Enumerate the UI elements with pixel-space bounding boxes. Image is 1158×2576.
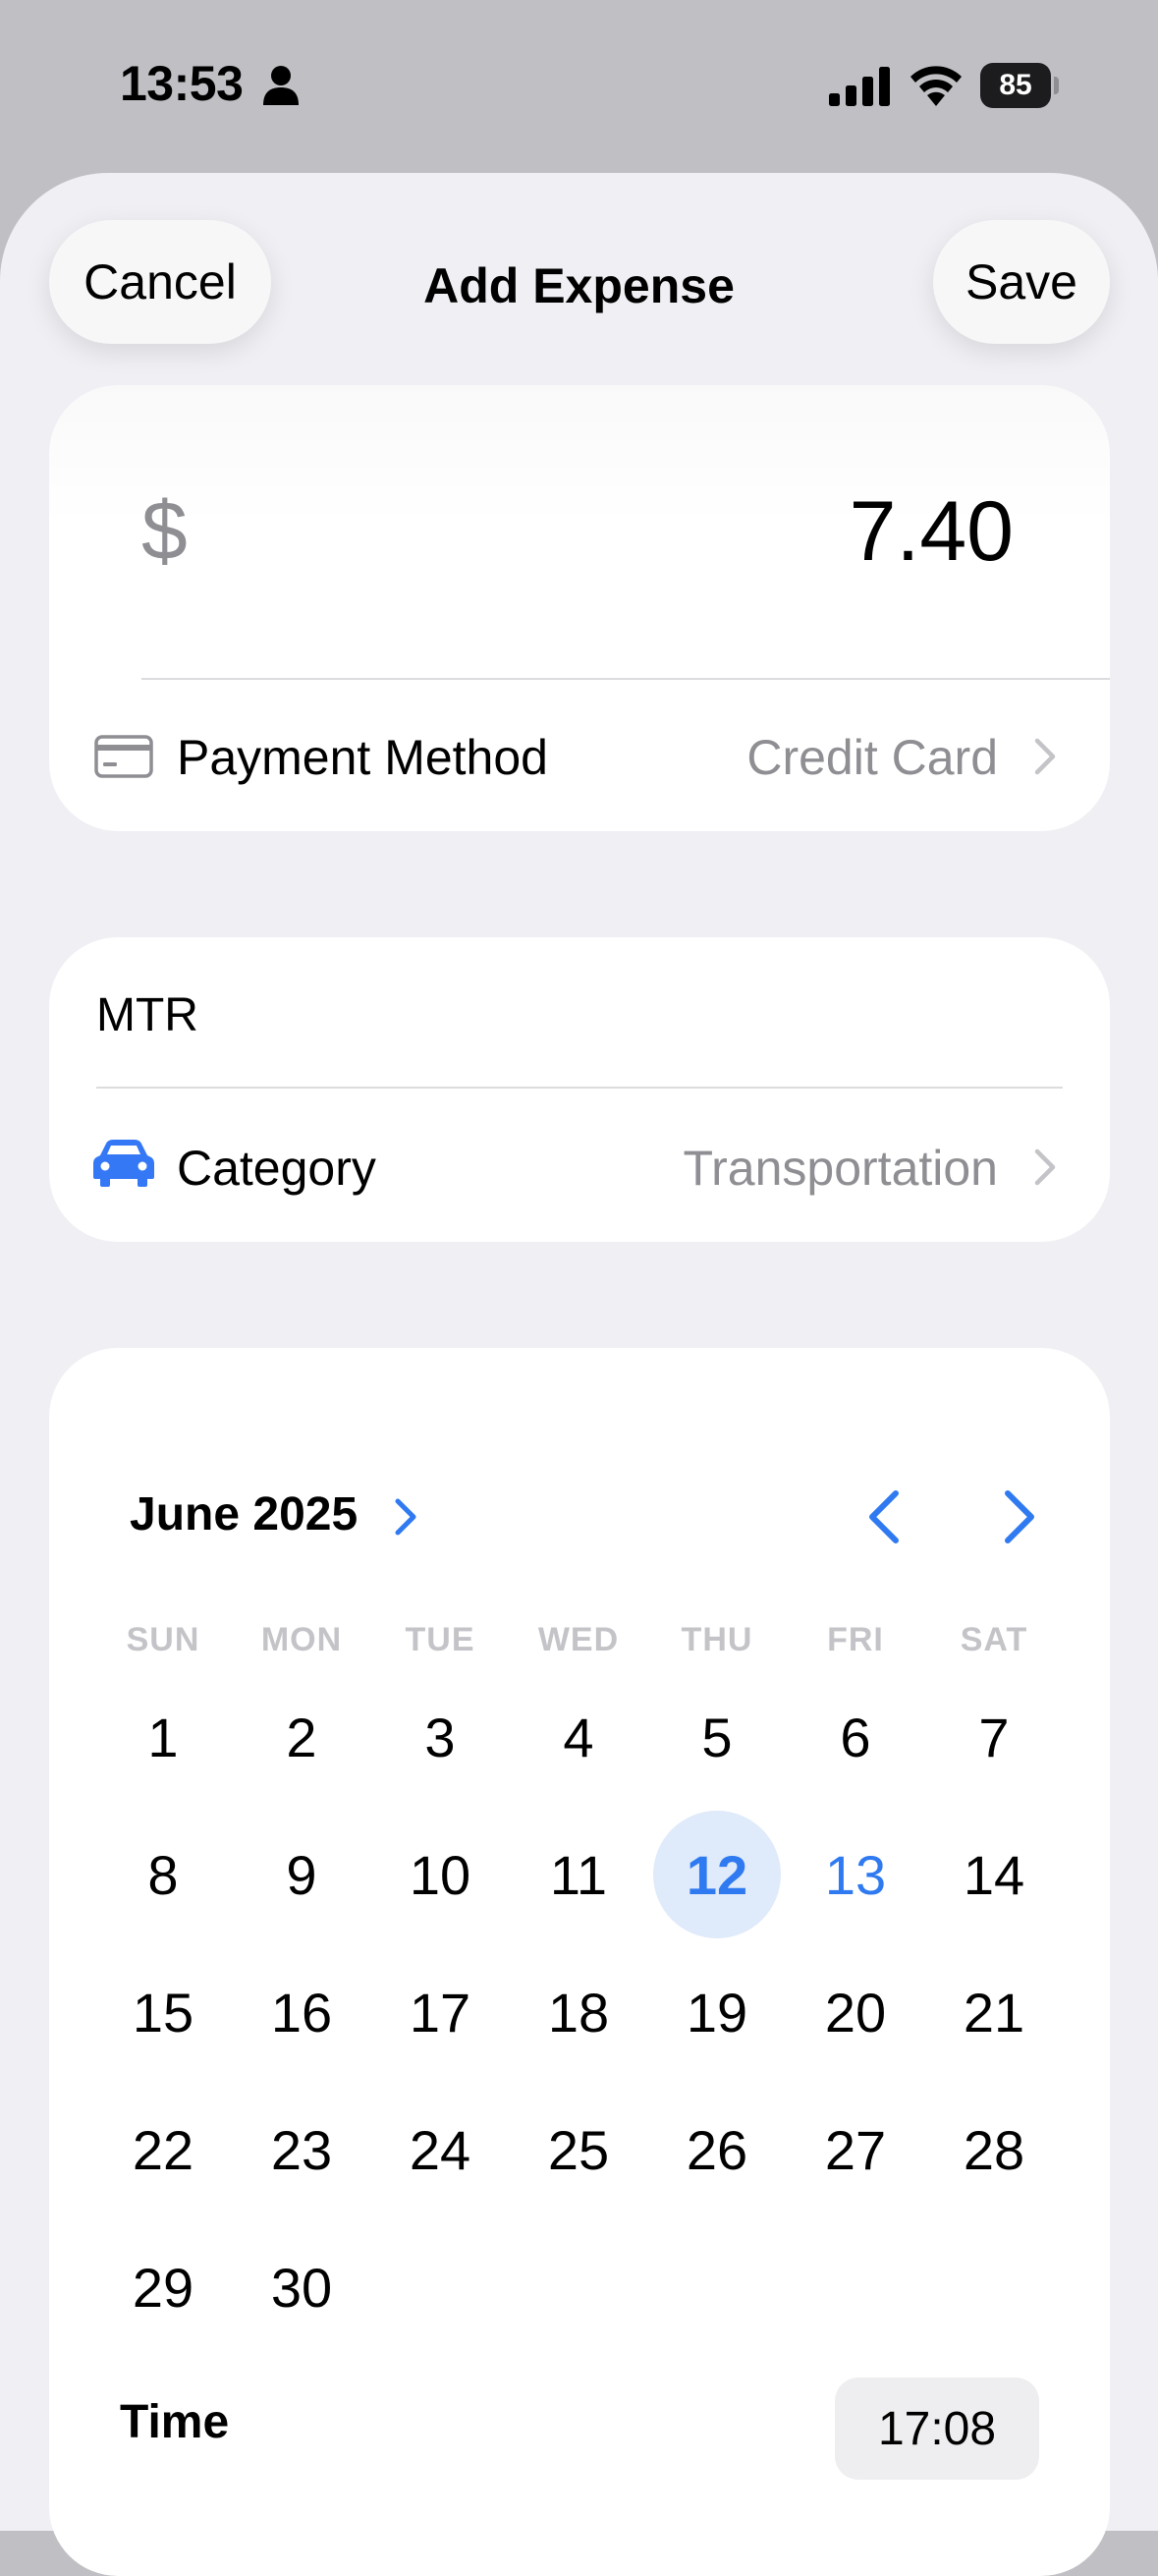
save-button[interactable]: Save	[933, 220, 1110, 344]
calendar-day[interactable]: 13	[792, 1811, 919, 1938]
calendar-day[interactable]: 26	[653, 2086, 781, 2213]
next-month-button[interactable]	[994, 1487, 1043, 1546]
payment-method-label: Payment Method	[177, 730, 548, 785]
calendar-day[interactable]: 27	[792, 2086, 919, 2213]
details-card: MTR Category Transportation	[49, 937, 1110, 1242]
battery-icon: 85	[980, 63, 1059, 108]
calendar-day[interactable]: 14	[930, 1811, 1058, 1938]
calendar-day[interactable]: 21	[930, 1948, 1058, 2076]
category-value: Transportation	[683, 1141, 998, 1196]
weekday-label: TUE	[405, 1621, 475, 1658]
battery-tip	[1054, 77, 1059, 94]
weekday-label: MON	[260, 1621, 343, 1658]
status-bar: 13:53 85	[0, 0, 1158, 172]
signal-icon	[829, 67, 890, 106]
time-picker-button[interactable]: 17:08	[835, 2378, 1039, 2480]
calendar-day[interactable]: 10	[376, 1811, 504, 1938]
calendar-day[interactable]: 19	[653, 1948, 781, 2076]
month-year-button[interactable]: June 2025	[130, 1487, 358, 1541]
weekday-label: THU	[681, 1621, 753, 1658]
battery-level: 85	[980, 63, 1051, 108]
calendar-day[interactable]: 6	[792, 1673, 919, 1801]
calendar-day[interactable]: 3	[376, 1673, 504, 1801]
previous-month-button[interactable]	[860, 1487, 910, 1546]
calendar-day[interactable]: 22	[99, 2086, 227, 2213]
wifi-icon	[910, 66, 962, 106]
payment-method-row[interactable]: Payment Method Credit Card	[49, 680, 1110, 831]
currency-symbol: $	[141, 484, 188, 577]
calendar-day[interactable]: 11	[515, 1811, 642, 1938]
amount-input[interactable]: 7.40	[850, 483, 1014, 581]
weekday-label: FRI	[827, 1621, 884, 1658]
status-time: 13:53	[120, 56, 244, 111]
category-label: Category	[177, 1141, 376, 1196]
calendar-day[interactable]: 5	[653, 1673, 781, 1801]
calendar-day-selected[interactable]: 12	[653, 1811, 781, 1938]
description-input[interactable]: MTR	[96, 988, 198, 1042]
calendar-day[interactable]: 25	[515, 2086, 642, 2213]
calendar-day[interactable]: 28	[930, 2086, 1058, 2213]
calendar-day[interactable]: 23	[238, 2086, 365, 2213]
credit-card-icon	[94, 735, 153, 778]
calendar-day[interactable]: 9	[238, 1811, 365, 1938]
calendar-day[interactable]: 2	[238, 1673, 365, 1801]
amount-card: $ 7.40 Payment Method Credit Card	[49, 385, 1110, 831]
calendar-day[interactable]: 8	[99, 1811, 227, 1938]
calendar-day[interactable]: 18	[515, 1948, 642, 2076]
person-icon	[263, 66, 299, 105]
chevron-right-icon	[1034, 738, 1056, 775]
weekday-label: SUN	[126, 1621, 200, 1658]
car-icon	[93, 1140, 154, 1187]
calendar-day[interactable]: 30	[238, 2223, 365, 2351]
calendar-day[interactable]: 1	[99, 1673, 227, 1801]
weekday-label: WED	[537, 1621, 620, 1658]
calendar-day[interactable]: 24	[376, 2086, 504, 2213]
calendar-day[interactable]: 17	[376, 1948, 504, 2076]
calendar-day[interactable]: 29	[99, 2223, 227, 2351]
chevron-right-icon	[395, 1498, 416, 1536]
calendar-day[interactable]: 16	[238, 1948, 365, 2076]
calendar-day[interactable]: 4	[515, 1673, 642, 1801]
chevron-right-icon	[1034, 1148, 1056, 1186]
category-row[interactable]: Category Transportation	[49, 1089, 1110, 1242]
weekday-label: SAT	[960, 1621, 1028, 1658]
time-label: Time	[120, 2396, 230, 2448]
calendar-day[interactable]: 15	[99, 1948, 227, 2076]
payment-method-value: Credit Card	[746, 730, 998, 785]
calendar-day[interactable]: 20	[792, 1948, 919, 2076]
date-picker-card: June 2025 SUN MON TUE WED THU FRI SAT 12345678…	[49, 1348, 1110, 2576]
calendar-day[interactable]: 7	[930, 1673, 1058, 1801]
